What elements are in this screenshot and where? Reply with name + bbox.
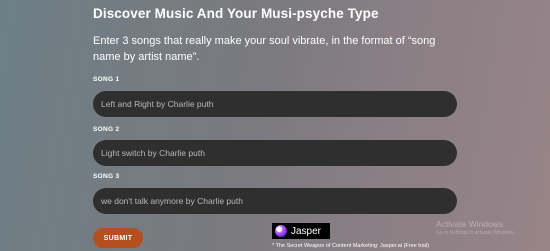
form-instructions: Enter 3 songs that really make your soul… — [93, 35, 436, 63]
jasper-ad-banner[interactable]: Jasper — [272, 223, 330, 239]
submit-button[interactable]: SUBMIT — [93, 228, 143, 248]
jasper-brand-name: Jasper — [291, 225, 322, 237]
song-1-label: SONG 1 — [93, 76, 120, 83]
activate-windows-hint: Go to Settings to activate Windows. — [436, 230, 515, 236]
song-1-input[interactable] — [93, 91, 457, 117]
song-2-input[interactable] — [93, 140, 457, 166]
activate-windows-watermark: Activate Windows — [436, 219, 504, 229]
song-3-input[interactable] — [93, 188, 457, 214]
song-3-label: SONG 3 — [93, 173, 120, 180]
jasper-ad-tagline[interactable]: * The Secret Weapon of Content Marketing… — [272, 243, 429, 249]
page-title: Discover Music And Your Musi-psyche Type — [93, 6, 379, 21]
jasper-logo-icon — [275, 225, 287, 237]
song-2-label: SONG 2 — [93, 126, 120, 133]
